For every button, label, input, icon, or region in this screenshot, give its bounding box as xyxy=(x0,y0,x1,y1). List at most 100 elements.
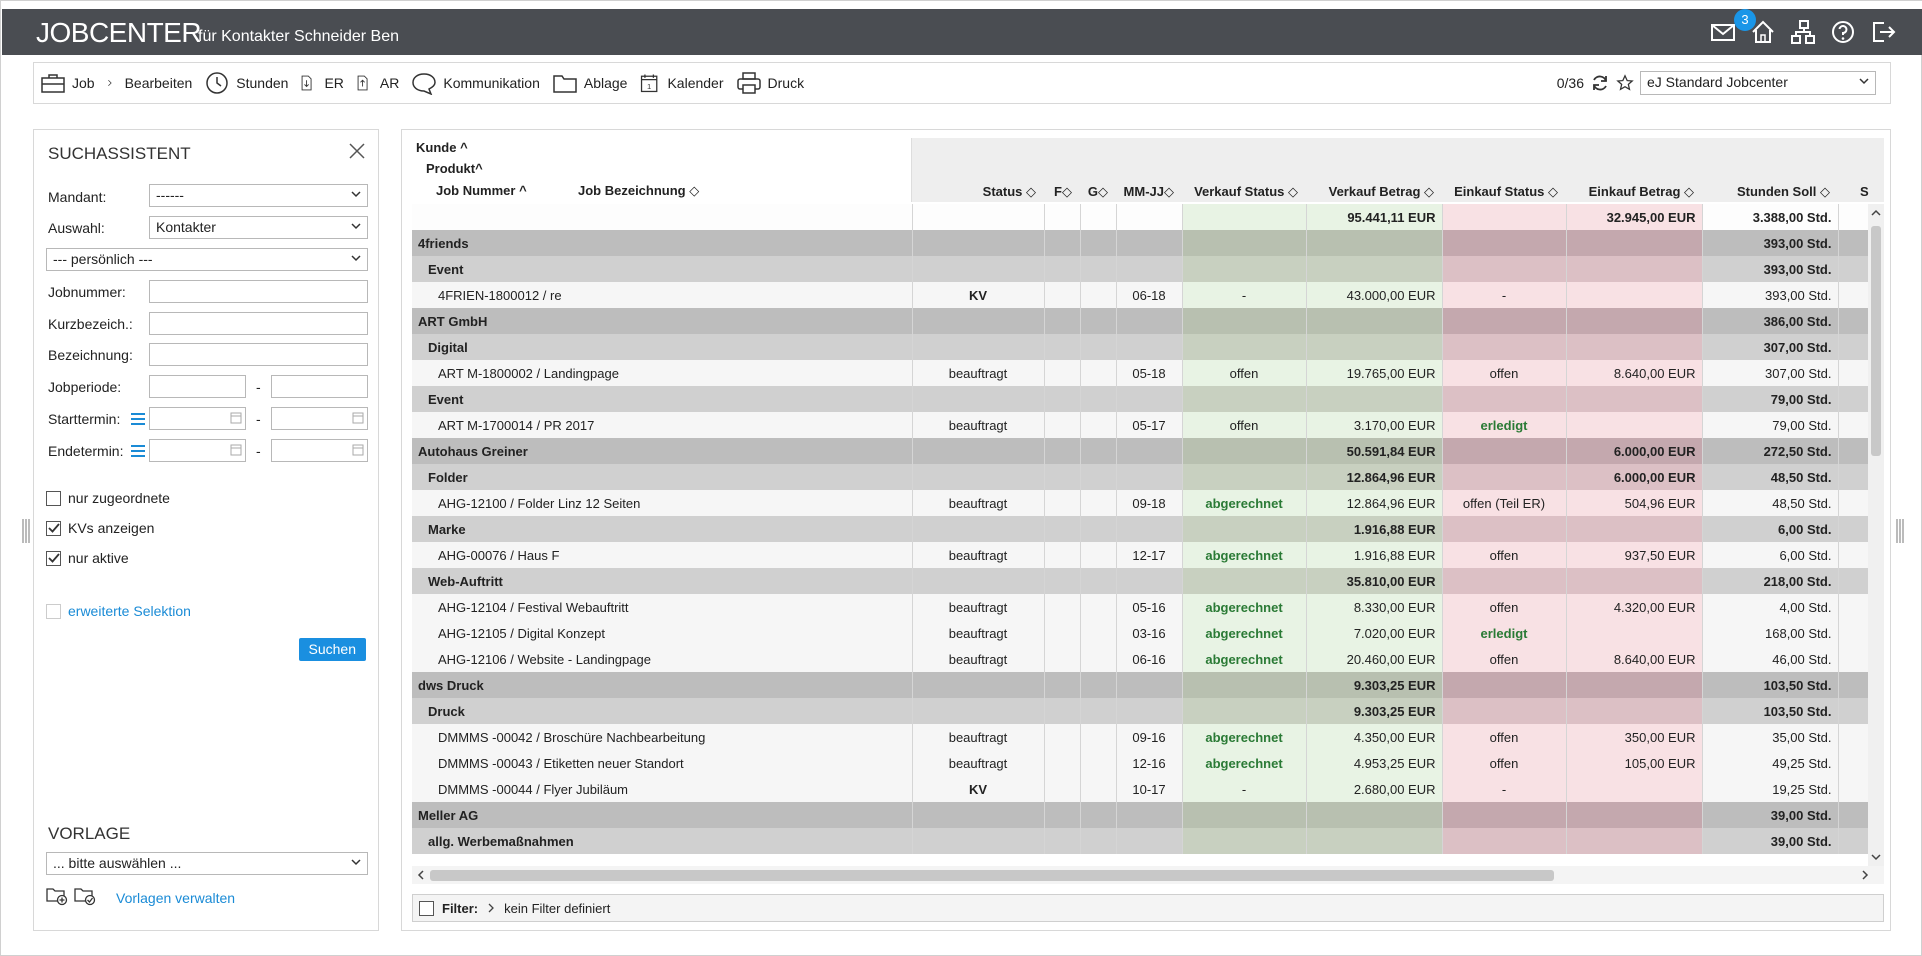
product-group-row[interactable]: Folder 12.864,96 EUR 6.000,00 EUR 48,50 Std… xyxy=(412,464,1884,490)
checkbox-nur-zugeordnete[interactable]: nur zugeordnete xyxy=(46,490,170,506)
col-more[interactable]: S xyxy=(1838,182,1884,202)
close-icon[interactable] xyxy=(348,142,366,160)
job-row[interactable]: AHG-12105 / Digital Konzept beauftragt 03-… xyxy=(412,620,1884,646)
horizontal-scroll-thumb[interactable] xyxy=(430,870,1554,881)
add-folder-icon[interactable] xyxy=(46,886,68,906)
job-row[interactable]: DMMMS -00043 / Etiketten neuer Standort b… xyxy=(412,750,1884,776)
col-f[interactable]: F◇ xyxy=(1044,182,1080,202)
vertical-scroll-thumb[interactable] xyxy=(1871,226,1881,456)
cell-g xyxy=(1080,412,1117,438)
chevron-right-icon[interactable] xyxy=(486,903,496,913)
toolbar-stunden[interactable]: Stunden xyxy=(198,63,294,103)
col-mmjj[interactable]: MM-JJ◇ xyxy=(1116,182,1182,202)
checkbox-kvs-anzeigen[interactable]: KVs anzeigen xyxy=(46,520,154,536)
job-row[interactable]: AHG-00076 / Haus Fbeauftragt 12-17 abgerec… xyxy=(412,542,1884,568)
star-icon[interactable] xyxy=(1616,74,1634,92)
mail-icon[interactable]: 3 xyxy=(1710,9,1756,45)
logout-icon[interactable] xyxy=(1870,19,1896,45)
right-resize-handle-icon[interactable] xyxy=(1895,519,1905,543)
job-row[interactable]: 4FRIEN-1800012 / re KV 06-18-43.000,00 EUR… xyxy=(412,282,1884,308)
product-group-row[interactable]: Digital 307,00 Std. xyxy=(412,334,1884,360)
toolbar-druck[interactable]: Druck xyxy=(730,63,811,103)
home-icon[interactable] xyxy=(1750,19,1776,45)
customer-group-row[interactable]: ART GmbH 386,00 Std. xyxy=(412,308,1884,334)
help-icon[interactable] xyxy=(1830,19,1856,45)
toolbar-er[interactable]: ER xyxy=(294,63,349,103)
job-row[interactable]: DMMMS -00044 / Flyer Jubiläum KV 10-17-2.6… xyxy=(412,776,1884,802)
product-group-row[interactable]: Druck 9.303,25 EUR 103,50 Std. xyxy=(412,698,1884,724)
toolbar-kalender[interactable]: 1 Kalender xyxy=(633,63,729,103)
search-button[interactable]: Suchen xyxy=(298,638,366,661)
product-group-row[interactable]: allg. Werbemaßnahmen 39,00 Std. xyxy=(412,828,1884,854)
group-header-jobnummer[interactable]: Job Nummer ^ xyxy=(436,183,527,198)
job-row[interactable]: AHG-12100 / Folder Linz 12 Seiten beauftr… xyxy=(412,490,1884,516)
job-row[interactable]: ART M-1700014 / PR 2017 beauftragt 05-17 of… xyxy=(412,412,1884,438)
job-row[interactable]: AHG-12104 / Festival Webauftritt beauftra… xyxy=(412,594,1884,620)
cell-g xyxy=(1080,464,1117,490)
bezeichnung-input[interactable] xyxy=(149,343,368,366)
vorlagen-verwalten-link[interactable]: Vorlagen verwalten xyxy=(116,890,235,906)
checkbox-box[interactable] xyxy=(46,520,61,536)
customer-group-row[interactable]: Meller AG 39,00 Std. xyxy=(412,802,1884,828)
group-header-produkt[interactable]: Produkt^ xyxy=(426,161,483,176)
jobperiode-to-input[interactable] xyxy=(271,375,368,398)
checkbox-nur-aktive[interactable]: nur aktive xyxy=(46,550,129,566)
col-status[interactable]: Status ◇ xyxy=(912,182,1044,202)
checkbox-box[interactable] xyxy=(46,603,61,619)
cell-einkauf-status xyxy=(1442,672,1567,698)
folder-check-icon[interactable] xyxy=(74,886,96,906)
job-row[interactable]: AHG-12106 / Website - Landingpage beauftr… xyxy=(412,646,1884,672)
kurzbez-input[interactable] xyxy=(149,312,368,335)
scroll-up-icon[interactable] xyxy=(1871,208,1881,218)
sitemap-icon[interactable] xyxy=(1790,19,1816,45)
view-select[interactable]: eJ Standard Jobcenter xyxy=(1640,71,1876,95)
col-einkauf-status[interactable]: Einkauf Status ◇ xyxy=(1442,182,1566,202)
toolbar-bearbeiten[interactable]: Bearbeiten xyxy=(101,63,199,103)
left-resize-handle-icon[interactable] xyxy=(21,519,31,543)
checkbox-box[interactable] xyxy=(46,550,61,566)
product-group-row[interactable]: Web-Auftritt 35.810,00 EUR 218,00 Std. xyxy=(412,568,1884,594)
product-group-row[interactable]: Marke 1.916,88 EUR 6,00 Std. xyxy=(412,516,1884,542)
col-verkauf-status[interactable]: Verkauf Status ◇ xyxy=(1182,182,1306,202)
toolbar-ablage[interactable]: Ablage xyxy=(546,63,634,103)
checkbox-box[interactable] xyxy=(46,490,61,506)
customer-group-row[interactable]: 4friends 393,00 Std. xyxy=(412,230,1884,256)
customer-group-row[interactable]: Autohaus Greiner 50.591,84 EUR 6.000,00 EU… xyxy=(412,438,1884,464)
job-row[interactable]: DMMMS -00042 / Broschüre Nachbearbeitung… xyxy=(412,724,1884,750)
col-einkauf-betrag[interactable]: Einkauf Betrag ◇ xyxy=(1566,182,1702,202)
toolbar-job[interactable]: Job xyxy=(34,63,101,103)
col-stunden-soll[interactable]: Stunden Soll ◇ xyxy=(1702,182,1838,202)
erweiterte-selektion-toggle[interactable]: erweiterte Selektion xyxy=(46,603,191,619)
toolbar-kommunikation[interactable]: Kommunikation xyxy=(405,63,546,103)
product-group-row[interactable]: Event 79,00 Std. xyxy=(412,386,1884,412)
job-row[interactable]: ART M-1800002 / Landingpage beauftragt 05-… xyxy=(412,360,1884,386)
vorlage-select[interactable]: ... bitte auswählen ... xyxy=(46,852,368,875)
scroll-down-icon[interactable] xyxy=(1871,852,1881,862)
col-verkauf-betrag[interactable]: Verkauf Betrag ◇ xyxy=(1306,182,1442,202)
scroll-left-icon[interactable] xyxy=(416,870,426,880)
calendar-icon[interactable] xyxy=(352,444,364,456)
col-g[interactable]: G◇ xyxy=(1080,182,1116,202)
list-icon[interactable] xyxy=(130,412,146,426)
product-group-row[interactable]: Event 393,00 Std. xyxy=(412,256,1884,282)
list-icon[interactable] xyxy=(130,444,146,458)
scope-select[interactable]: --- persönlich --- xyxy=(46,248,368,271)
cell-name: Event xyxy=(412,386,913,412)
auswahl-select[interactable]: Kontakter xyxy=(149,216,368,239)
jobperiode-from-input[interactable] xyxy=(149,375,246,398)
refresh-icon[interactable] xyxy=(1590,73,1610,93)
horizontal-scrollbar[interactable] xyxy=(412,866,1884,884)
vertical-scrollbar[interactable] xyxy=(1868,204,1884,866)
mandant-select[interactable]: ------ xyxy=(149,184,368,207)
group-header-kunde[interactable]: Kunde ^ xyxy=(416,140,468,155)
customer-group-row[interactable]: dws Druck 9.303,25 EUR 103,50 Std. xyxy=(412,672,1884,698)
calendar-icon[interactable] xyxy=(230,412,242,424)
group-header-jobbezeichnung[interactable]: Job Bezeichnung ◇ xyxy=(578,183,699,199)
erweiterte-selektion-link[interactable]: erweiterte Selektion xyxy=(68,603,191,619)
jobnummer-input[interactable] xyxy=(149,280,368,303)
calendar-icon[interactable] xyxy=(352,412,364,424)
calendar-icon[interactable] xyxy=(230,444,242,456)
scroll-right-icon[interactable] xyxy=(1860,870,1870,880)
toolbar-ar[interactable]: AR xyxy=(350,63,405,103)
filter-checkbox[interactable] xyxy=(419,900,434,916)
